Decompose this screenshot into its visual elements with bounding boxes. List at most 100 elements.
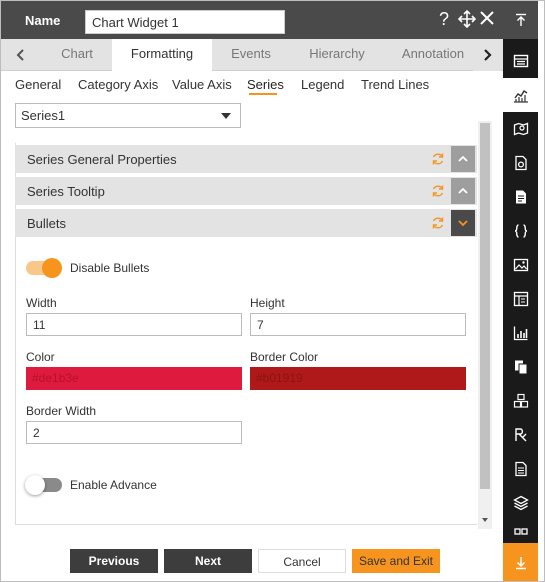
layers-icon [512, 495, 529, 511]
rail-copy-button[interactable] [503, 350, 538, 384]
save-and-exit-button[interactable]: Save and Exit [352, 549, 440, 573]
subtab-category-axis[interactable]: Category Axis [78, 77, 158, 92]
width-input[interactable] [26, 313, 242, 336]
height-label: Height [250, 296, 285, 310]
next-button[interactable]: Next [164, 549, 252, 573]
rail-map-button[interactable] [503, 112, 538, 146]
active-subtab-indicator [249, 93, 277, 95]
rail-image-button[interactable] [503, 248, 538, 282]
report-icon [514, 461, 527, 477]
subtab-general[interactable]: General [15, 77, 61, 92]
refresh-icon[interactable] [431, 184, 445, 198]
dropdown-caret-icon [221, 113, 231, 119]
rail-report-button[interactable] [503, 452, 538, 486]
chevron-right-icon [484, 49, 492, 61]
rail-layout-button[interactable] [503, 282, 538, 316]
document-icon [515, 190, 526, 204]
widget-name-input[interactable] [85, 10, 285, 34]
collapse-panel-button[interactable] [503, 1, 538, 39]
color-picker[interactable]: #de1b3e [26, 367, 242, 390]
tab-chart[interactable]: Chart [49, 39, 105, 71]
rail-code-button[interactable] [503, 214, 538, 248]
bar-chart-icon [513, 326, 527, 341]
close-icon[interactable] [479, 10, 495, 30]
rail-file-settings-button[interactable] [503, 146, 538, 180]
layout-icon [513, 291, 528, 307]
move-icon[interactable] [457, 9, 477, 32]
subtab-trend-lines[interactable]: Trend Lines [361, 77, 429, 92]
rail-bar-chart-button[interactable] [503, 316, 538, 350]
rail-edge [538, 1, 544, 581]
cancel-button[interactable]: Cancel [258, 549, 346, 573]
collapse-toggle-button[interactable] [451, 146, 475, 172]
tab-annotation[interactable]: Annotation [397, 39, 469, 71]
rail-grid-button[interactable] [503, 520, 538, 542]
series-select-value: Series1 [21, 108, 66, 123]
rail-chart-button[interactable] [503, 78, 538, 112]
cubes-icon [513, 393, 528, 408]
chart-widget-properties-window: Name ? Chart Formatting Events Hierarchy… [0, 0, 545, 582]
grid-icon [513, 528, 528, 535]
series-select[interactable]: Series1 [15, 103, 241, 128]
rail-cubes-button[interactable] [503, 384, 538, 418]
code-braces-icon [514, 224, 527, 238]
toggle-knob [25, 475, 45, 495]
section-title: Series Tooltip [27, 184, 105, 199]
border-color-value: #b01919 [256, 371, 303, 385]
rail-table-button[interactable] [503, 44, 538, 78]
enable-advance-toggle[interactable] [25, 475, 62, 495]
tab-events[interactable]: Events [219, 39, 283, 71]
color-value: #de1b3e [32, 371, 79, 385]
rail-layers-button[interactable] [503, 486, 538, 520]
section-title: Bullets [27, 216, 67, 231]
file-settings-icon [514, 155, 527, 171]
section-series-tooltip[interactable]: Series Tooltip [15, 177, 477, 205]
enable-advance-label: Enable Advance [70, 478, 157, 492]
toggle-knob [42, 258, 62, 278]
border-width-label: Border Width [26, 404, 97, 418]
collapse-toggle-button[interactable] [451, 178, 475, 204]
tab-hierarchy[interactable]: Hierarchy [297, 39, 377, 71]
table-icon [513, 54, 528, 68]
border-color-picker[interactable]: #b01919 [250, 367, 466, 390]
map-icon [513, 122, 528, 136]
border-color-label: Border Color [250, 350, 319, 364]
width-label: Width [26, 296, 57, 310]
subtab-value-axis[interactable]: Value Axis [172, 77, 232, 92]
color-label: Color [26, 350, 55, 364]
rail-rx-button[interactable] [503, 418, 538, 452]
help-icon[interactable]: ? [439, 9, 449, 29]
scrollbar-thumb[interactable] [480, 123, 490, 489]
line-chart-icon [513, 90, 528, 103]
rx-icon [514, 428, 526, 442]
tabs-scroll-left-button[interactable] [7, 39, 35, 71]
previous-button[interactable]: Previous [70, 549, 158, 573]
border-width-input[interactable] [26, 421, 242, 444]
section-series-general-properties[interactable]: Series General Properties [15, 145, 477, 173]
expand-toggle-button[interactable] [451, 210, 475, 236]
rail-download-button[interactable] [503, 543, 538, 581]
main-tab-bar: Chart Formatting Events Hierarchy Annota… [1, 39, 503, 72]
subtab-legend[interactable]: Legend [301, 77, 344, 92]
download-icon [515, 557, 526, 570]
height-input[interactable] [250, 313, 466, 336]
image-icon [513, 258, 528, 272]
section-title: Series General Properties [27, 152, 177, 167]
section-bullets[interactable]: Bullets [15, 209, 477, 237]
chevron-down-icon [458, 220, 468, 227]
refresh-icon[interactable] [431, 216, 445, 230]
disable-bullets-toggle[interactable] [26, 258, 62, 278]
disable-bullets-label: Disable Bullets [70, 261, 150, 275]
collapse-top-icon [515, 13, 526, 26]
chevron-up-icon [458, 187, 468, 194]
name-label: Name [25, 13, 61, 28]
subtab-series[interactable]: Series [247, 77, 284, 92]
properties-header: Name ? [1, 1, 503, 39]
refresh-icon[interactable] [431, 152, 445, 166]
tabs-scroll-right-button[interactable] [473, 39, 501, 71]
chevron-left-icon [16, 49, 24, 61]
rail-document-button[interactable] [503, 180, 538, 214]
chevron-up-icon [458, 155, 468, 162]
tab-formatting[interactable]: Formatting [112, 39, 212, 72]
scroll-down-arrow-icon[interactable] [480, 515, 490, 525]
